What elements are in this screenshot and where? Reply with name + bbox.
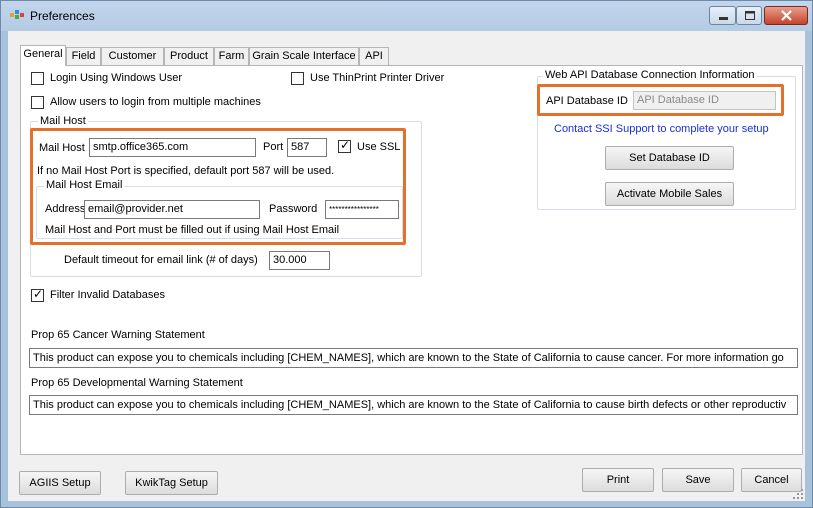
prop65-cancer-input[interactable]: This product can expose you to chemicals… xyxy=(29,348,798,368)
save-button[interactable]: Save xyxy=(662,468,734,492)
checkmark-icon: ✓ xyxy=(340,138,351,152)
close-icon xyxy=(781,10,792,21)
address-label: Address xyxy=(45,203,86,215)
tab-customer[interactable]: Customer xyxy=(101,47,164,65)
web-api-group-label: Web API Database Connection Information xyxy=(543,69,757,81)
mail-host-port-note: If no Mail Host Port is specified, defau… xyxy=(37,165,335,177)
use-ssl-label: Use SSL xyxy=(357,141,401,153)
mail-host-group-label: Mail Host xyxy=(38,115,88,127)
filter-invalid-databases-label: Filter Invalid Databases xyxy=(50,289,165,301)
api-database-id-input[interactable]: API Database ID xyxy=(633,91,776,110)
set-database-id-button[interactable]: Set Database ID xyxy=(605,146,734,170)
tab-grain-scale-interface[interactable]: Grain Scale Interface xyxy=(249,47,359,65)
print-button[interactable]: Print xyxy=(582,468,654,492)
window-title: Preferences xyxy=(30,9,95,23)
title-bar[interactable]: Preferences xyxy=(1,1,812,31)
filter-invalid-databases-checkbox[interactable]: ✓ xyxy=(31,287,44,302)
minimize-button[interactable] xyxy=(709,6,736,25)
tab-api[interactable]: API xyxy=(359,47,389,65)
tab-farm[interactable]: Farm xyxy=(214,47,249,65)
api-database-id-label: API Database ID xyxy=(546,95,628,107)
maximize-button[interactable] xyxy=(736,6,762,25)
password-input[interactable]: **************** xyxy=(325,200,399,219)
agiis-setup-button[interactable]: AGIIS Setup xyxy=(19,471,101,495)
contact-support-link[interactable]: Contact SSI Support to complete your set… xyxy=(554,123,769,135)
login-windows-user-checkbox[interactable] xyxy=(31,72,44,85)
multi-machine-login-label: Allow users to login from multiple machi… xyxy=(50,96,261,108)
minimize-icon xyxy=(719,17,728,20)
login-windows-user-label: Login Using Windows User xyxy=(50,72,183,84)
prop65-developmental-input[interactable]: This product can expose you to chemicals… xyxy=(29,395,798,415)
multi-machine-login-checkbox[interactable] xyxy=(31,96,44,109)
prop65-cancer-label: Prop 65 Cancer Warning Statement xyxy=(31,329,205,341)
tab-product[interactable]: Product xyxy=(164,47,214,65)
resize-grip-icon[interactable] xyxy=(793,489,803,499)
address-input[interactable]: email@provider.net xyxy=(84,200,260,219)
port-input[interactable]: 587 xyxy=(287,138,327,157)
maximize-icon xyxy=(745,11,755,20)
mail-host-email-group-label: Mail Host Email xyxy=(44,179,125,191)
tab-general[interactable]: General xyxy=(20,45,66,66)
close-button[interactable] xyxy=(764,6,808,25)
mail-host-label: Mail Host xyxy=(39,142,85,154)
dialog-body: General Field Customer Product Farm Grai… xyxy=(8,31,805,501)
tab-field[interactable]: Field xyxy=(66,47,101,65)
port-label: Port xyxy=(263,141,284,153)
use-ssl-checkbox[interactable]: ✓ xyxy=(338,138,351,153)
mail-host-input[interactable]: smtp.office365.com xyxy=(89,138,256,157)
thinprint-checkbox[interactable] xyxy=(291,72,304,85)
mail-host-email-note: Mail Host and Port must be filled out if… xyxy=(45,224,340,236)
general-tab-panel: Login Using Windows User Use ThinPrint P… xyxy=(20,65,803,455)
preferences-app-icon xyxy=(10,10,24,19)
email-timeout-label: Default timeout for email link (# of day… xyxy=(64,254,258,266)
email-timeout-input[interactable]: 30.000 xyxy=(269,251,330,270)
checkmark-icon: ✓ xyxy=(33,287,44,301)
password-label: Password xyxy=(269,203,318,215)
thinprint-label: Use ThinPrint Printer Driver xyxy=(310,72,445,84)
preferences-window: Preferences General Field Customer Produ… xyxy=(0,0,813,508)
prop65-developmental-label: Prop 65 Developmental Warning Statement xyxy=(31,377,243,389)
activate-mobile-sales-button[interactable]: Activate Mobile Sales xyxy=(605,182,734,206)
kwiktag-setup-button[interactable]: KwikTag Setup xyxy=(125,471,218,495)
